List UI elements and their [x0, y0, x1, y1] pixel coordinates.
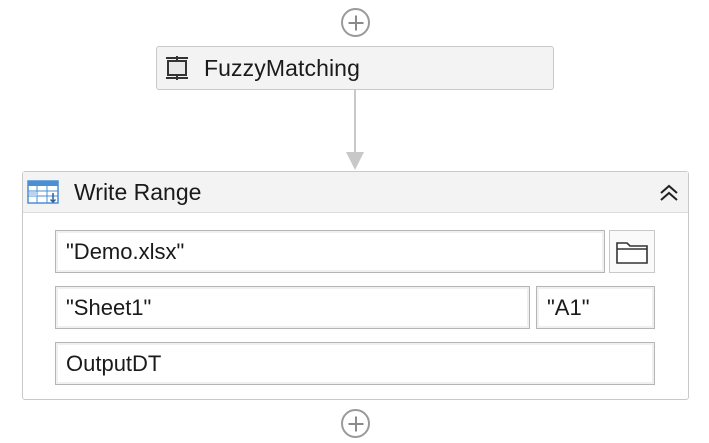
add-activity-bottom-plus-icon[interactable] [341, 409, 370, 438]
write-range-header[interactable]: Write Range [23, 172, 688, 213]
data-table-field[interactable]: OutputDT [55, 342, 655, 385]
starting-cell-field[interactable]: "A1" [536, 286, 655, 329]
workflow-designer-canvas: FuzzyMatching Write Range "Demo.xlsx" "S… [0, 0, 709, 443]
flow-arrow-icon [346, 152, 364, 170]
workbook-path-value: "Demo.xlsx" [66, 238, 185, 264]
fuzzy-matching-activity[interactable]: FuzzyMatching [156, 46, 554, 90]
data-table-value: OutputDT [66, 350, 162, 376]
spreadsheet-icon [27, 179, 59, 205]
folder-icon [616, 241, 648, 264]
browse-folder-button[interactable] [609, 230, 655, 273]
workbook-path-field[interactable]: "Demo.xlsx" [55, 230, 605, 273]
double-chevron-up-icon[interactable] [656, 180, 682, 206]
fuzzy-matching-title: FuzzyMatching [204, 54, 360, 81]
flow-connector-line [354, 90, 356, 154]
starting-cell-value: "A1" [547, 294, 590, 320]
add-activity-top-plus-icon[interactable] [341, 8, 370, 37]
fuzzy-matching-icon [163, 54, 191, 82]
write-range-title: Write Range [74, 178, 202, 205]
sheet-name-value: "Sheet1" [66, 294, 152, 320]
sheet-name-field[interactable]: "Sheet1" [55, 286, 530, 329]
